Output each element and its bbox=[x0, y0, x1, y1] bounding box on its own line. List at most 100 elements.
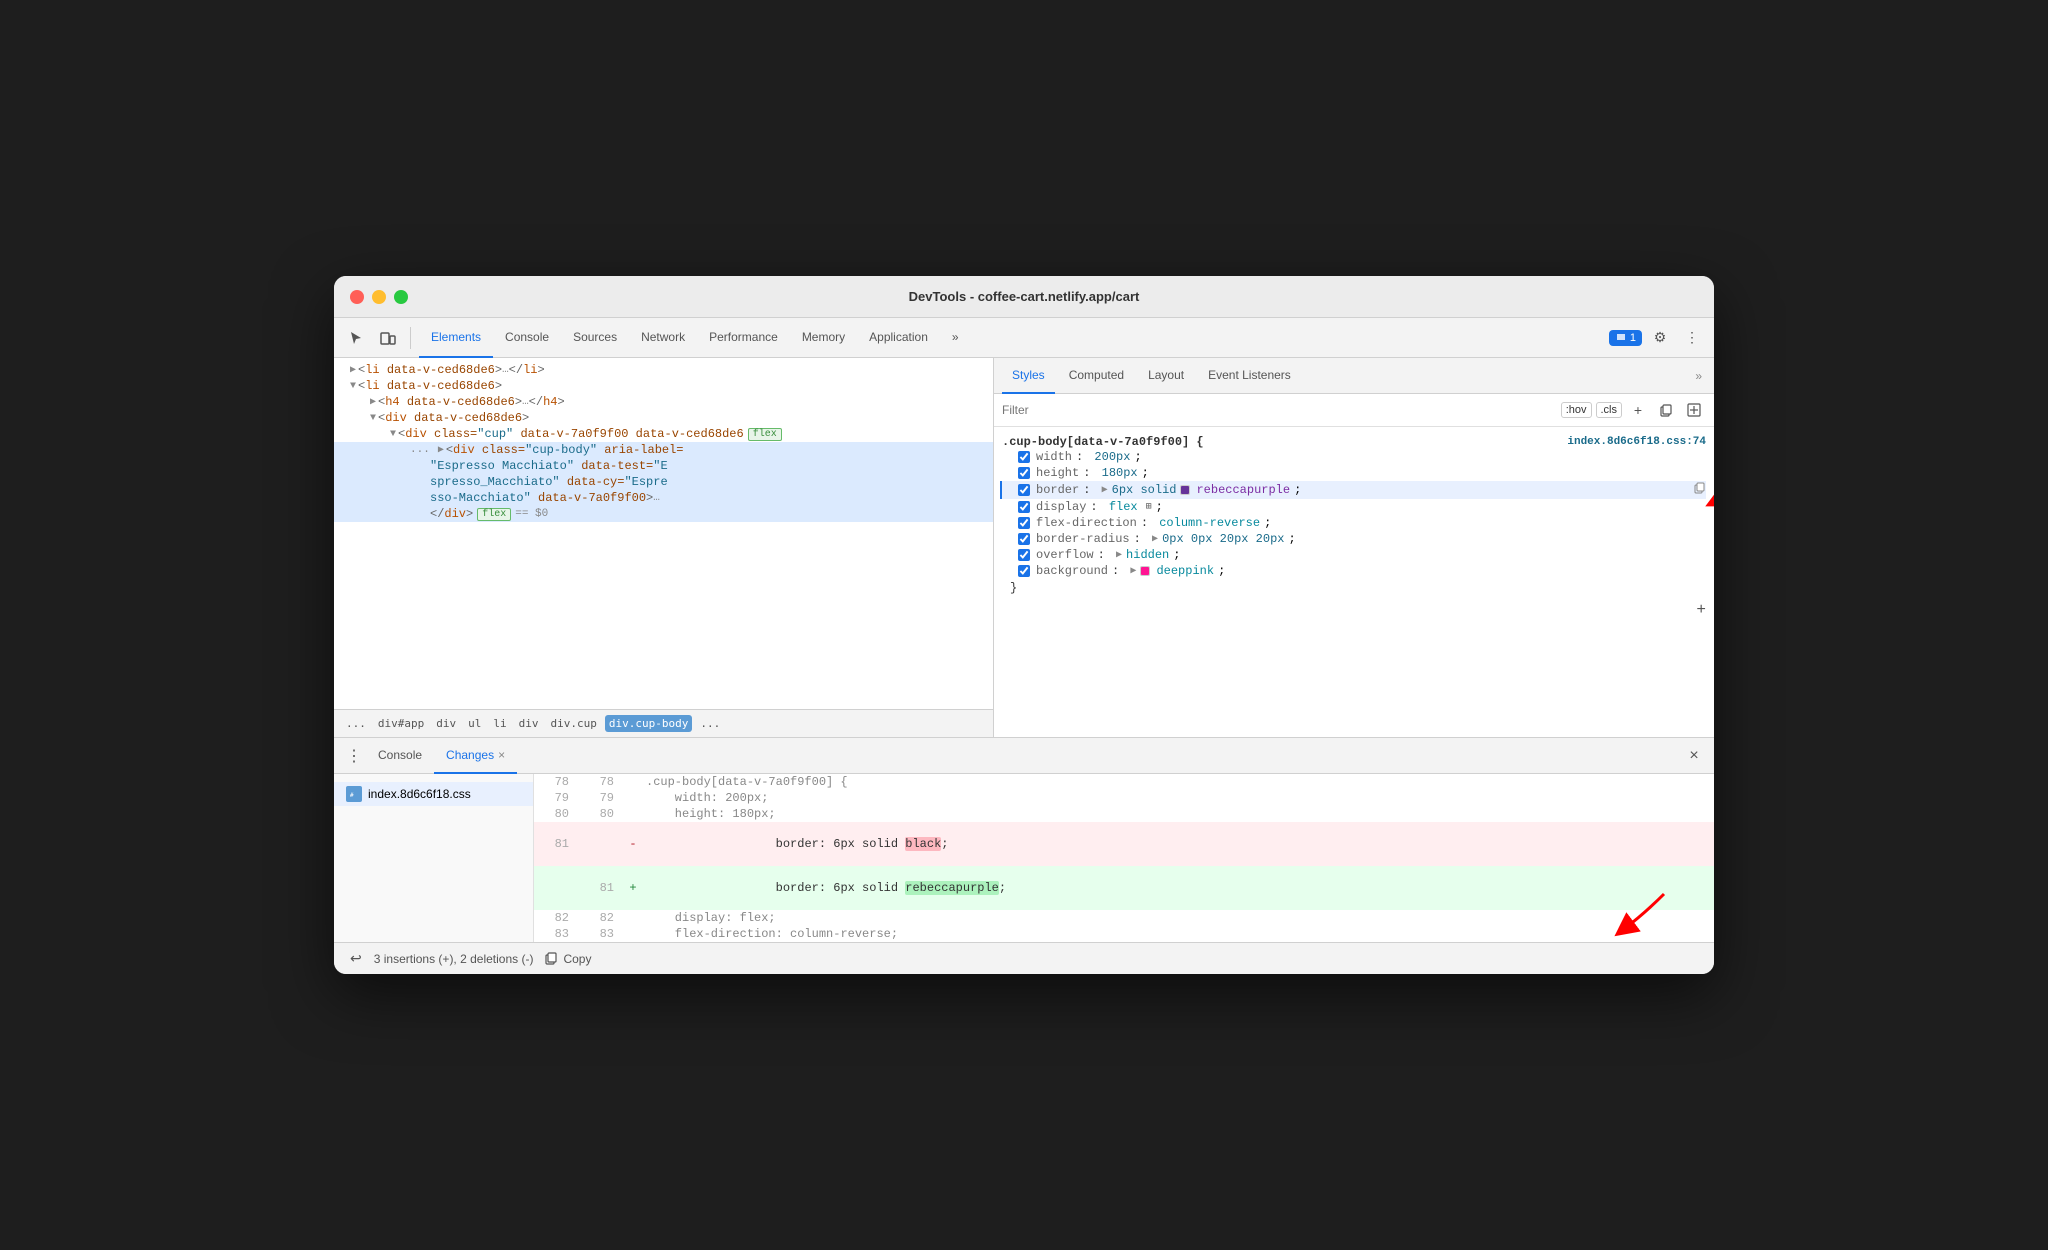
flex-badge: flex bbox=[748, 428, 782, 441]
styles-filter-input[interactable] bbox=[1002, 403, 1557, 417]
dom-line-close[interactable]: </div> flex == $0 bbox=[334, 506, 993, 522]
dom-line[interactable]: ▶ <li data-v-ced68de6 > … </li> bbox=[334, 362, 993, 378]
device-icon[interactable] bbox=[374, 324, 402, 352]
close-button[interactable] bbox=[350, 290, 364, 304]
style-prop-flex-direction[interactable]: flex-direction: column-reverse; bbox=[1002, 515, 1706, 531]
breadcrumb-div2[interactable]: div bbox=[515, 715, 543, 732]
line-num-left: 82 bbox=[534, 911, 579, 925]
style-prop-width[interactable]: width: 200px; bbox=[1002, 449, 1706, 465]
dom-line-cont2[interactable]: spresso_Macchiato" data-cy="Espre bbox=[334, 474, 993, 490]
style-checkbox-height[interactable] bbox=[1018, 467, 1030, 479]
tab-elements[interactable]: Elements bbox=[419, 318, 493, 358]
minimize-button[interactable] bbox=[372, 290, 386, 304]
color-swatch-border[interactable] bbox=[1180, 485, 1190, 495]
style-checkbox-border-radius[interactable] bbox=[1018, 533, 1030, 545]
border-arrow[interactable]: ▶ bbox=[1102, 484, 1108, 496]
tab-event-listeners[interactable]: Event Listeners bbox=[1198, 358, 1301, 394]
style-prop-border[interactable]: border: ▶ 6px solid rebeccapurple ; bbox=[1000, 481, 1706, 499]
style-prop-overflow[interactable]: overflow: ▶ hidden; bbox=[1002, 547, 1706, 563]
dom-line[interactable]: ▼ <div data-v-ced68de6 > bbox=[334, 410, 993, 426]
line-num-left bbox=[534, 881, 579, 895]
hov-badge[interactable]: :hov bbox=[1561, 402, 1592, 418]
style-checkbox-overflow[interactable] bbox=[1018, 549, 1030, 561]
cursor-icon[interactable] bbox=[342, 324, 370, 352]
diff-file-item[interactable]: # index.8d6c6f18.css bbox=[334, 782, 533, 806]
add-rule-btn-area: + bbox=[1002, 597, 1706, 623]
tab-console-bottom[interactable]: Console bbox=[366, 738, 434, 774]
panel-close-btn[interactable]: × bbox=[1682, 744, 1706, 768]
dom-line[interactable]: ▶ <h4 data-v-ced68de6 > … </h4> bbox=[334, 394, 993, 410]
breadcrumb-divcup[interactable]: div.cup bbox=[546, 715, 600, 732]
background-arrow[interactable]: ▶ bbox=[1130, 565, 1136, 577]
diff-text-added: border: 6px solid rebeccapurple; bbox=[642, 867, 1714, 909]
breadcrumb-ul[interactable]: ul bbox=[464, 715, 485, 732]
settings-icon[interactable]: ⚙ bbox=[1646, 324, 1674, 352]
tab-layout[interactable]: Layout bbox=[1138, 358, 1194, 394]
line-num-right: 79 bbox=[579, 791, 624, 805]
add-style-icon[interactable]: + bbox=[1626, 398, 1650, 422]
tab-computed[interactable]: Computed bbox=[1059, 358, 1134, 394]
copy-style-icon[interactable] bbox=[1654, 398, 1678, 422]
undo-btn[interactable]: ↩ bbox=[350, 950, 362, 967]
tab-performance[interactable]: Performance bbox=[697, 318, 790, 358]
cls-badge[interactable]: .cls bbox=[1596, 402, 1623, 418]
diff-line-81-removed: 81 - border: 6px solid black; bbox=[534, 822, 1714, 866]
border-radius-arrow[interactable]: ▶ bbox=[1152, 533, 1158, 545]
style-checkbox-display[interactable] bbox=[1018, 501, 1030, 513]
breadcrumb-more[interactable]: ... bbox=[696, 715, 724, 732]
dom-line-cont[interactable]: "Espresso Macchiato" data-test="E bbox=[334, 458, 993, 474]
dom-line[interactable]: ▼ <div class="cup" data-v-7a0f9f00 data-… bbox=[334, 426, 993, 442]
rule-close-brace: } bbox=[1002, 579, 1706, 597]
style-prop-border-radius[interactable]: border-radius: ▶ 0px 0px 20px 20px; bbox=[1002, 531, 1706, 547]
expand-arrow: ▶ bbox=[438, 444, 444, 456]
tab-more[interactable]: » bbox=[940, 318, 971, 358]
tab-application[interactable]: Application bbox=[857, 318, 940, 358]
style-checkbox-border[interactable] bbox=[1018, 484, 1030, 496]
diff-line-82: 82 82 display: flex; bbox=[534, 910, 1714, 926]
breadcrumb-divapp[interactable]: div#app bbox=[374, 715, 428, 732]
flex-badge: flex bbox=[477, 508, 511, 521]
styles-more-tabs[interactable]: » bbox=[1691, 365, 1706, 387]
bottom-panel: ⋮ Console Changes × × # bbox=[334, 738, 1714, 974]
edit-style-icon[interactable] bbox=[1682, 398, 1706, 422]
panel-tabs: ⋮ Console Changes × × bbox=[334, 738, 1714, 774]
copy-border-icon[interactable] bbox=[1694, 482, 1706, 498]
color-swatch-background[interactable] bbox=[1140, 566, 1150, 576]
css-rule-source[interactable]: index.8d6c6f18.css:74 bbox=[1567, 436, 1706, 448]
style-checkbox-width[interactable] bbox=[1018, 451, 1030, 463]
diff-content[interactable]: 78 78 .cup-body[data-v-7a0f9f00] { 79 79… bbox=[534, 774, 1714, 942]
tab-network[interactable]: Network bbox=[629, 318, 697, 358]
dom-tree[interactable]: ▶ <li data-v-ced68de6 > … </li> ▼ <li da… bbox=[334, 358, 993, 709]
more-options-icon[interactable]: ⋮ bbox=[1678, 324, 1706, 352]
style-checkbox-flex-dir[interactable] bbox=[1018, 517, 1030, 529]
dom-line-cont3[interactable]: sso-Macchiato" data-v-7a0f9f00 > … bbox=[334, 490, 993, 506]
tab-changes[interactable]: Changes × bbox=[434, 738, 517, 774]
styles-icons: + bbox=[1626, 398, 1706, 422]
breadcrumb-li[interactable]: li bbox=[489, 715, 510, 732]
copy-btn[interactable]: Copy bbox=[545, 952, 591, 966]
dom-line-selected[interactable]: ... ▶ <div class="cup-body" aria-label= bbox=[334, 442, 993, 458]
overflow-arrow[interactable]: ▶ bbox=[1116, 549, 1122, 561]
tab-sources[interactable]: Sources bbox=[561, 318, 629, 358]
style-prop-height[interactable]: height: 180px; bbox=[1002, 465, 1706, 481]
tab-changes-close[interactable]: × bbox=[498, 748, 505, 762]
breadcrumb-div[interactable]: div bbox=[432, 715, 460, 732]
panel-menu-icon[interactable]: ⋮ bbox=[342, 744, 366, 768]
tab-memory[interactable]: Memory bbox=[790, 318, 857, 358]
maximize-button[interactable] bbox=[394, 290, 408, 304]
notification-badge[interactable]: 1 bbox=[1609, 330, 1642, 346]
diff-text-removed: border: 6px solid black; bbox=[642, 823, 1714, 865]
style-prop-background[interactable]: background: ▶ deeppink; bbox=[1002, 563, 1706, 579]
tab-console[interactable]: Console bbox=[493, 318, 561, 358]
styles-filter-bar: :hov .cls + bbox=[994, 394, 1714, 427]
breadcrumb-divcupbody[interactable]: div.cup-body bbox=[605, 715, 692, 732]
line-num-right: 80 bbox=[579, 807, 624, 821]
style-checkbox-background[interactable] bbox=[1018, 565, 1030, 577]
add-style-btn[interactable]: + bbox=[1696, 601, 1706, 619]
dom-line[interactable]: ▼ <li data-v-ced68de6 > bbox=[334, 378, 993, 394]
expand-arrow: ▼ bbox=[390, 429, 396, 440]
tab-styles[interactable]: Styles bbox=[1002, 358, 1055, 394]
style-prop-display[interactable]: display: flex ⊞ ; bbox=[1002, 499, 1706, 515]
styles-content[interactable]: .cup-body[data-v-7a0f9f00] { index.8d6c6… bbox=[994, 427, 1714, 737]
breadcrumb-ellipsis[interactable]: ... bbox=[342, 715, 370, 732]
